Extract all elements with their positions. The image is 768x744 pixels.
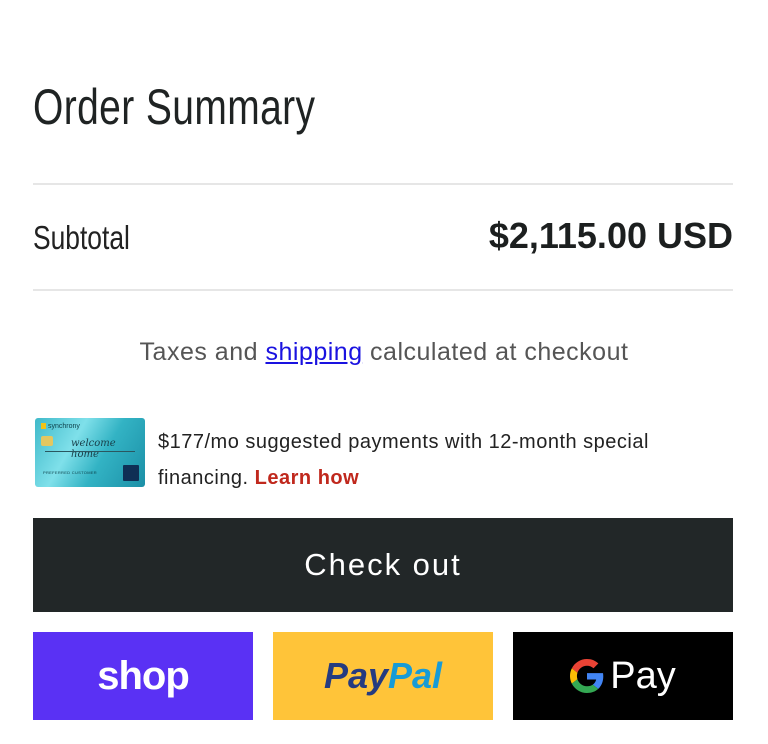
google-pay-button[interactable]: Pay (513, 632, 733, 720)
learn-how-link[interactable]: Learn how (255, 467, 360, 489)
divider-top (33, 183, 733, 185)
subtotal-label: Subtotal (33, 219, 130, 256)
shipping-link[interactable]: shipping (265, 338, 362, 366)
gpay-text: Pay (610, 654, 676, 697)
card-brand: synchrony (41, 423, 80, 430)
tax-note-prefix: Taxes and (139, 338, 266, 366)
paypal-logo: PayPal (323, 655, 443, 696)
checkout-button[interactable]: Check out (33, 518, 733, 612)
financing-message: $177/mo suggested payments with 12-month… (158, 431, 649, 489)
tax-note: Taxes and shipping calculated at checkou… (0, 338, 768, 367)
shop-pay-button[interactable]: shop (33, 632, 253, 720)
card-holder: PREFERRED CUSTOMER (43, 470, 97, 475)
google-g-icon (570, 659, 604, 693)
subtotal-value: $2,115.00 USD (488, 215, 733, 256)
google-pay-logo: Pay (570, 654, 676, 698)
tax-note-suffix: calculated at checkout (362, 338, 629, 366)
card-chip (41, 436, 53, 446)
card-script: welcome home (71, 438, 116, 460)
order-summary-title: Order Summary (33, 79, 316, 135)
divider-bottom (33, 289, 733, 291)
financing-text: $177/mo suggested payments with 12-month… (158, 424, 728, 496)
shop-logo: shop (97, 653, 190, 698)
paypal-button[interactable]: PayPal (273, 632, 493, 720)
card-corner-logo (123, 465, 139, 481)
synchrony-card-image: synchrony welcome home PREFERRED CUSTOME… (35, 418, 145, 487)
